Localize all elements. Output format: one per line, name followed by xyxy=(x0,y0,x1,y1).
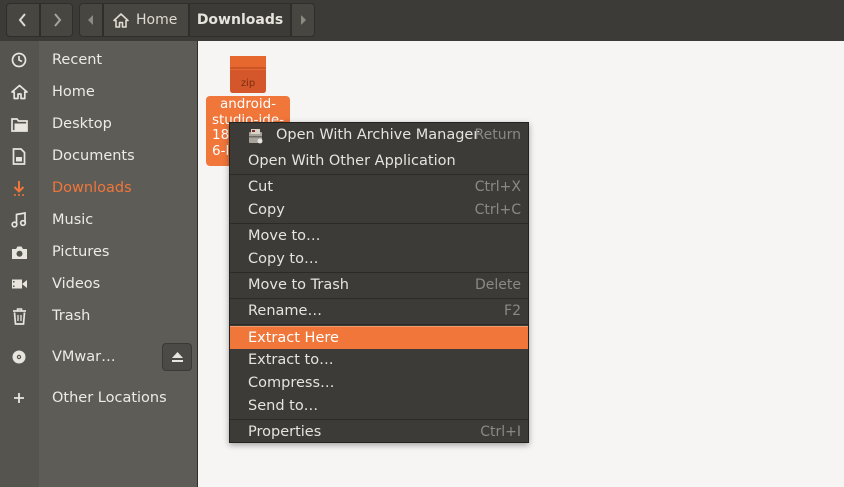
sidebar-item-label: Documents xyxy=(52,148,135,164)
sidebar-item-label: Desktop xyxy=(52,116,112,132)
menu-item-label: Extract Here xyxy=(248,330,339,346)
menu-item-label: Extract to… xyxy=(248,352,334,368)
menu-item-shortcut: Ctrl+I xyxy=(480,424,521,440)
menu-item-extract-to[interactable]: Extract to… xyxy=(230,349,528,372)
sidebar-item-music[interactable]: Music xyxy=(0,204,197,236)
sidebar-item-label: Home xyxy=(52,84,95,100)
path-home-label: Home xyxy=(136,12,178,28)
path-downloads-button[interactable]: Downloads xyxy=(189,3,291,37)
trash-icon xyxy=(10,307,28,325)
menu-item-open-with-archive-manager[interactable]: Open With Archive Manager Return xyxy=(230,124,528,147)
sidebar-item-label: Videos xyxy=(52,276,101,292)
menu-item-compress[interactable]: Compress… xyxy=(230,372,528,395)
document-icon xyxy=(10,147,28,165)
menu-item-shortcut: F2 xyxy=(504,303,521,319)
music-icon xyxy=(10,211,28,229)
path-current-label: Downloads xyxy=(196,12,284,28)
path-scroll-right-button[interactable] xyxy=(291,3,315,37)
menu-item-move-to-trash[interactable]: Move to Trash Delete xyxy=(230,274,528,297)
sidebar-item-label: Other Locations xyxy=(52,390,167,406)
file-name-line: android- xyxy=(219,96,277,112)
plus-icon xyxy=(10,389,28,407)
menu-item-shortcut: Delete xyxy=(475,277,521,293)
menu-separator xyxy=(230,419,528,420)
triangle-left-icon xyxy=(88,15,93,25)
eject-button[interactable] xyxy=(162,343,192,371)
sidebar-item-label: Trash xyxy=(52,308,91,324)
sidebar-item-label: Music xyxy=(52,212,94,228)
context-menu: Open With Archive Manager Return Open Wi… xyxy=(229,122,529,443)
video-icon xyxy=(10,275,28,293)
camera-icon xyxy=(10,243,28,261)
menu-item-copy[interactable]: Copy Ctrl+C xyxy=(230,199,528,222)
download-icon xyxy=(10,179,28,197)
disc-icon xyxy=(10,348,28,366)
menu-item-label: Rename… xyxy=(248,303,322,319)
clock-icon xyxy=(10,51,28,69)
home-icon xyxy=(10,83,28,101)
menu-item-label: Cut xyxy=(248,179,273,195)
forward-button[interactable] xyxy=(40,3,73,37)
menu-item-label: Open With Other Application xyxy=(248,153,456,169)
menu-item-label: Move to Trash xyxy=(248,277,349,293)
menu-separator xyxy=(230,272,528,273)
menu-item-open-with-other-application[interactable]: Open With Other Application xyxy=(230,150,528,173)
menu-item-label: Open With Archive Manager xyxy=(276,127,480,143)
sidebar-item-other-locations[interactable]: Other Locations xyxy=(0,382,197,414)
chevron-right-icon xyxy=(53,13,61,27)
menu-separator xyxy=(230,174,528,175)
sidebar-item-recent[interactable]: Recent xyxy=(0,44,197,76)
sidebar-item-label: Downloads xyxy=(52,180,132,196)
menu-item-send-to[interactable]: Send to… xyxy=(230,395,528,418)
archive-manager-icon xyxy=(248,128,264,144)
zip-file-icon[interactable]: zip xyxy=(227,54,269,94)
path-home-button[interactable]: Home xyxy=(103,3,189,37)
sidebar-item-label: VMwar… xyxy=(52,349,116,365)
menu-item-label: Copy to… xyxy=(248,251,319,267)
menu-item-label: Copy xyxy=(248,202,285,218)
sidebar-item-home[interactable]: Home xyxy=(0,76,197,108)
sidebar-item-pictures[interactable]: Pictures xyxy=(0,236,197,268)
menu-item-shortcut: Return xyxy=(474,127,521,143)
menu-item-label: Move to… xyxy=(248,228,321,244)
zip-file-icon-label: zip xyxy=(241,78,255,89)
menu-item-rename[interactable]: Rename… F2 xyxy=(230,300,528,323)
menu-item-label: Compress… xyxy=(248,375,335,391)
sidebar: Recent Home Desktop Documents Downloads … xyxy=(0,41,197,487)
menu-item-extract-here[interactable]: Extract Here xyxy=(230,326,528,349)
sidebar-item-desktop[interactable]: Desktop xyxy=(0,108,197,140)
menu-separator xyxy=(230,223,528,224)
triangle-right-icon xyxy=(301,15,306,25)
menu-item-shortcut: Ctrl+X xyxy=(474,179,521,195)
sidebar-item-videos[interactable]: Videos xyxy=(0,268,197,300)
eject-icon xyxy=(171,352,183,362)
menu-item-properties[interactable]: Properties Ctrl+I xyxy=(230,421,528,444)
back-button[interactable] xyxy=(6,3,40,37)
menu-separator xyxy=(230,298,528,299)
menu-item-cut[interactable]: Cut Ctrl+X xyxy=(230,176,528,199)
chevron-left-icon xyxy=(18,13,26,27)
sidebar-item-downloads[interactable]: Downloads xyxy=(0,172,197,204)
menu-item-label: Send to… xyxy=(248,398,319,414)
menu-item-label: Properties xyxy=(248,424,322,440)
sidebar-item-label: Pictures xyxy=(52,244,110,260)
menu-item-move-to[interactable]: Move to… xyxy=(230,225,528,248)
header-bar: Home Downloads xyxy=(0,0,844,41)
menu-item-shortcut: Ctrl+C xyxy=(474,202,521,218)
home-icon xyxy=(113,12,129,28)
sidebar-item-trash[interactable]: Trash xyxy=(0,300,197,332)
menu-separator xyxy=(230,324,528,325)
path-scroll-left-button[interactable] xyxy=(79,3,103,37)
menu-item-copy-to[interactable]: Copy to… xyxy=(230,248,528,271)
sidebar-item-label: Recent xyxy=(52,52,103,68)
folder-icon xyxy=(10,115,28,133)
sidebar-item-documents[interactable]: Documents xyxy=(0,140,197,172)
